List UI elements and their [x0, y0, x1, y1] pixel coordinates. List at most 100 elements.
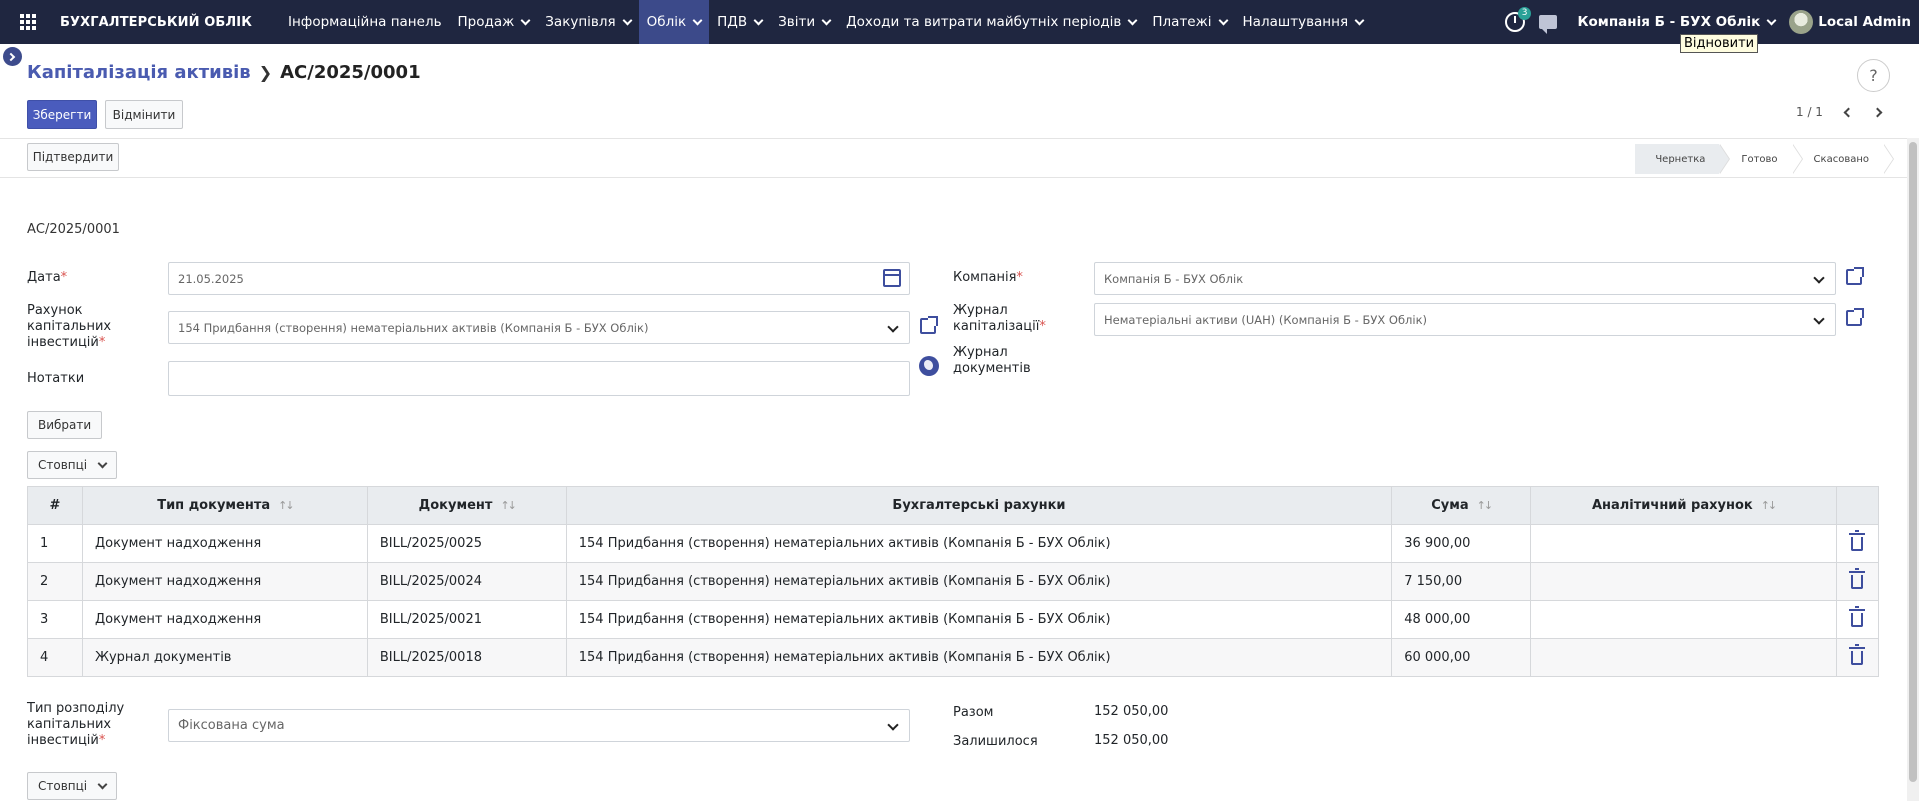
cell-analytic[interactable] — [1530, 600, 1837, 639]
col-analytic[interactable]: Аналітичний рахунок ↑↓ — [1530, 486, 1837, 525]
chevron-down-icon — [1813, 313, 1825, 325]
external-link-icon[interactable] — [1846, 267, 1864, 285]
company-select[interactable]: Компанія Б - БУХ Облік — [1094, 262, 1836, 295]
menu-label: Платежі — [1152, 14, 1212, 30]
calendar-icon[interactable] — [883, 269, 901, 287]
activity-clock-icon[interactable]: 3 — [1505, 7, 1532, 32]
cell-document[interactable]: BILL/2025/0018 — [366, 638, 567, 677]
chevron-down-icon — [753, 15, 764, 25]
sort-icon[interactable]: ↑↓ — [500, 499, 517, 512]
save-button[interactable]: Зберегти — [27, 100, 97, 129]
sort-icon[interactable]: ↑↓ — [278, 499, 295, 512]
trash-icon[interactable] — [1849, 643, 1866, 665]
help-button[interactable]: ? — [1857, 59, 1890, 92]
external-link-icon[interactable] — [920, 316, 938, 334]
cell-accounts[interactable]: 154 Придбання (створення) нематеріальних… — [565, 562, 1393, 601]
chevron-down-icon — [887, 719, 899, 731]
journal-select[interactable]: Нематеріальні активи (UAH) (Компанія Б -… — [1094, 303, 1836, 336]
menu-reports[interactable]: Звіти — [770, 0, 838, 44]
stage-cancelled[interactable]: Скасовано — [1791, 144, 1895, 174]
notes-label: Нотатки — [27, 371, 85, 386]
cell-amount[interactable]: 36 900,00 — [1391, 524, 1532, 563]
chevron-left-icon[interactable] — [1843, 107, 1854, 117]
table-row[interactable]: 3 Документ надходження BILL/2025/0021 15… — [27, 600, 1880, 639]
company-name: Компанія Б - БУХ Облік — [1577, 14, 1761, 30]
trash-icon[interactable] — [1849, 567, 1866, 589]
remaining-value: 152 050,00 — [1094, 733, 1169, 748]
remaining-label: Залишилося — [953, 734, 1038, 749]
cell-accounts[interactable]: 154 Придбання (створення) нематеріальних… — [565, 600, 1393, 639]
cell-amount[interactable]: 60 000,00 — [1391, 638, 1532, 677]
app-brand[interactable]: БУХГАЛТЕРСЬКИЙ ОБЛІК — [60, 15, 252, 30]
label-text: Компанія — [953, 270, 1017, 285]
scrollbar-thumb[interactable] — [1909, 142, 1917, 782]
cell-document[interactable]: BILL/2025/0024 — [366, 562, 567, 601]
cell-analytic[interactable] — [1530, 524, 1837, 563]
pager-value[interactable]: 1 / 1 — [1796, 105, 1823, 119]
cell-amount[interactable]: 7 150,00 — [1391, 562, 1532, 601]
cell-accounts[interactable]: 154 Придбання (створення) нематеріальних… — [565, 524, 1393, 563]
columns-button[interactable]: Стовпці — [27, 772, 118, 800]
chevron-down-icon — [1354, 15, 1365, 25]
chevron-right-icon[interactable] — [1872, 107, 1883, 117]
columns-button[interactable]: Стовпці — [27, 451, 118, 479]
trash-icon[interactable] — [1849, 529, 1866, 551]
menu-payments[interactable]: Платежі — [1144, 0, 1234, 44]
company-label: Компанія* — [953, 270, 1023, 285]
date-value: 21.05.2025 — [178, 271, 244, 286]
notes-field[interactable] — [168, 361, 910, 396]
cell-amount[interactable]: 48 000,00 — [1391, 600, 1532, 639]
chevron-down-icon — [1127, 15, 1138, 25]
menu-dashboard[interactable]: Інформаційна панель — [280, 0, 450, 44]
menu-deferred[interactable]: Доходи та витрати майбутніх періодів — [838, 0, 1144, 44]
cell-delete — [1835, 562, 1880, 601]
table-row[interactable]: 2 Документ надходження BILL/2025/0024 15… — [27, 562, 1880, 601]
cell-doc-type[interactable]: Журнал документів — [81, 638, 368, 677]
menu-sales[interactable]: Продаж — [450, 0, 538, 44]
cell-doc-type[interactable]: Документ надходження — [81, 524, 368, 563]
chat-icon[interactable] — [1539, 15, 1558, 34]
cell-doc-type[interactable]: Документ надходження — [81, 562, 368, 601]
chevron-down-icon — [1766, 15, 1777, 25]
sort-icon[interactable]: ↑↓ — [1477, 499, 1494, 512]
tooltip: Відновити — [1680, 34, 1759, 53]
globe-icon[interactable] — [919, 356, 939, 376]
trash-icon[interactable] — [1849, 605, 1866, 627]
menu-settings[interactable]: Налаштування — [1235, 0, 1372, 44]
account-select[interactable]: 154 Придбання (створення) нематеріальних… — [168, 311, 910, 344]
menu-purchases[interactable]: Закупівля — [537, 0, 638, 44]
avatar[interactable] — [1789, 10, 1814, 34]
select-button[interactable]: Вибрати — [27, 411, 103, 439]
cell-analytic[interactable] — [1530, 562, 1837, 601]
breadcrumb-parent[interactable]: Капіталізація активів — [27, 62, 251, 83]
apps-grid-icon[interactable] — [6, 0, 50, 44]
col-document[interactable]: Документ ↑↓ — [366, 486, 567, 525]
company-value: Компанія Б - БУХ Облік — [1104, 271, 1244, 286]
allocation-type-select[interactable]: Фіксована сума — [168, 709, 910, 742]
col-amount[interactable]: Сума ↑↓ — [1391, 486, 1532, 525]
cell-document[interactable]: BILL/2025/0025 — [366, 524, 567, 563]
scrollbar[interactable] — [1907, 138, 1919, 801]
cell-document[interactable]: BILL/2025/0021 — [366, 600, 567, 639]
external-link-icon[interactable] — [1846, 308, 1864, 326]
cell-analytic[interactable] — [1530, 638, 1837, 677]
sort-icon[interactable]: ↑↓ — [1761, 499, 1778, 512]
discard-button[interactable]: Відмінити — [105, 100, 183, 129]
table-row[interactable]: 1 Документ надходження BILL/2025/0025 15… — [27, 524, 1880, 563]
cell-doc-type[interactable]: Документ надходження — [81, 600, 368, 639]
menu-vat[interactable]: ПДВ — [709, 0, 770, 44]
date-field[interactable]: 21.05.2025 — [168, 262, 910, 295]
col-doc-type[interactable]: Тип документа ↑↓ — [81, 486, 368, 525]
page-title: АС/2025/0001 — [280, 62, 421, 83]
user-menu[interactable]: Local Admin — [1818, 14, 1911, 30]
chevron-down-icon — [520, 15, 531, 25]
cell-accounts[interactable]: 154 Придбання (створення) нематеріальних… — [565, 638, 1393, 677]
confirm-button[interactable]: Підтвердити — [27, 143, 119, 171]
pager: 1 / 1 — [1796, 105, 1883, 119]
menu-accounting[interactable]: Облік — [638, 0, 710, 44]
date-label: Дата* — [27, 270, 68, 285]
company-switcher[interactable]: Компанія Б - БУХ Облік — [1577, 14, 1777, 30]
stage-draft[interactable]: Чернетка — [1635, 144, 1731, 174]
table-row[interactable]: 4 Журнал документів BILL/2025/0018 154 П… — [27, 638, 1880, 677]
sidebar-toggle-icon[interactable] — [3, 47, 22, 66]
